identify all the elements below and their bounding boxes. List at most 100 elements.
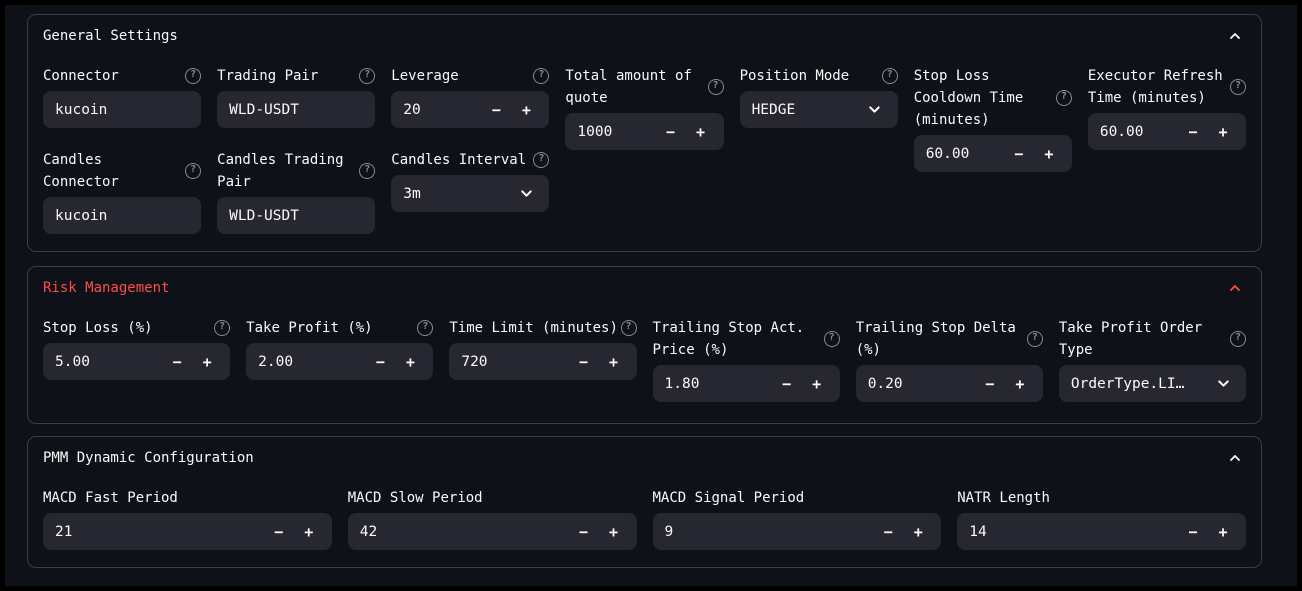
trading-pair-input[interactable]: WLD-USDT (217, 91, 375, 128)
stepper-increment-button[interactable]: + (599, 343, 629, 380)
executor-refresh-time-minutes-input[interactable]: 60.00−+ (1088, 113, 1246, 150)
help-icon[interactable]: ? (214, 320, 230, 336)
stepper-increment-button[interactable]: + (192, 343, 222, 380)
collapse-section-button[interactable] (1224, 447, 1246, 469)
field-label-row: Trading Pair? (217, 65, 375, 87)
field-candles-trading-pair: Candles Trading Pair?WLD-USDT (217, 149, 375, 234)
field-label: Take Profit Order Type (1059, 317, 1229, 361)
macd-slow-period-input[interactable]: 42−+ (348, 513, 637, 550)
help-icon[interactable]: ? (533, 68, 549, 84)
help-icon[interactable]: ? (533, 152, 549, 168)
help-icon[interactable]: ? (1027, 331, 1043, 347)
candles-trading-pair-input[interactable]: WLD-USDT (217, 197, 375, 234)
field-label: Candles Connector (43, 149, 184, 193)
field-value: 3m (403, 186, 511, 202)
stepper-decrement-button[interactable]: − (772, 365, 802, 402)
stepper-decrement-button[interactable]: − (569, 513, 599, 550)
stepper-decrement-button[interactable]: − (1004, 135, 1034, 172)
help-icon[interactable]: ? (621, 320, 637, 336)
collapse-section-button[interactable] (1224, 25, 1246, 47)
stop-loss-cooldown-time-minutes-input[interactable]: 60.00−+ (914, 135, 1072, 172)
position-mode-select[interactable]: HEDGE (740, 91, 898, 128)
natr-length-input[interactable]: 14−+ (957, 513, 1246, 550)
field-label-row: Trailing Stop Act. Price (%)? (653, 317, 840, 361)
candles-connector-input[interactable]: kucoin (43, 197, 201, 234)
stepper-decrement-button[interactable]: − (656, 113, 686, 150)
stepper-decrement-button[interactable]: − (264, 513, 294, 550)
help-icon[interactable]: ? (1230, 331, 1246, 347)
section-header: General Settings (43, 25, 1246, 47)
field-stop-loss-cooldown-time-minutes: Stop Loss Cooldown Time (minutes)?60.00−… (914, 65, 1072, 172)
field-value: kucoin (55, 208, 189, 224)
help-icon[interactable]: ? (185, 68, 201, 84)
fields-row: Stop Loss (%)?5.00−+Take Profit (%)?2.00… (43, 317, 1246, 402)
stepper-increment-button[interactable]: + (903, 513, 933, 550)
collapse-section-button[interactable] (1224, 277, 1246, 299)
section-risk-management: Risk ManagementStop Loss (%)?5.00−+Take … (27, 266, 1262, 424)
field-candles-connector: Candles Connector? kucoin (43, 149, 201, 234)
stepper-decrement-button[interactable]: − (975, 365, 1005, 402)
field-value: OrderType.LI… (1071, 376, 1208, 392)
field-column: Trailing Stop Delta (%)? 0.20−+ (856, 317, 1043, 402)
field-time-limit-minutes: Time Limit (minutes)? 720−+ (449, 317, 636, 380)
field-natr-length: NATR Length14−+ (957, 487, 1246, 550)
stepper-increment-button[interactable]: + (395, 343, 425, 380)
help-icon[interactable]: ? (359, 68, 375, 84)
stepper-decrement-button[interactable]: − (365, 343, 395, 380)
time-limit-minutes-input[interactable]: 720−+ (449, 343, 636, 380)
field-column: Take Profit (%)? 2.00−+ (246, 317, 433, 402)
field-value: 1.80 (665, 376, 772, 392)
field-trailing-stop-act-price: Trailing Stop Act. Price (%)? 1.80−+ (653, 317, 840, 402)
stepper-increment-button[interactable]: + (686, 113, 716, 150)
stepper-increment-button[interactable]: + (599, 513, 629, 550)
take-profit-input[interactable]: 2.00−+ (246, 343, 433, 380)
field-label: Trailing Stop Delta (%) (856, 317, 1026, 361)
field-label: Time Limit (minutes) (449, 317, 619, 339)
stepper-increment-button[interactable]: + (1034, 135, 1064, 172)
help-icon[interactable]: ? (359, 163, 375, 179)
stepper-decrement-button[interactable]: − (873, 513, 903, 550)
stepper-increment-button[interactable]: + (294, 513, 324, 550)
stepper-increment-button[interactable]: + (511, 91, 541, 128)
help-icon[interactable]: ? (417, 320, 433, 336)
help-icon[interactable]: ? (1230, 79, 1246, 95)
stepper-decrement-button[interactable]: − (569, 343, 599, 380)
stop-loss-input[interactable]: 5.00−+ (43, 343, 230, 380)
section-general-settings: General SettingsConnector?kucoinCandles … (27, 14, 1262, 252)
field-value: 60.00 (926, 146, 1004, 162)
field-column: Stop Loss (%)?5.00−+ (43, 317, 230, 402)
chevron-down-icon[interactable] (511, 175, 541, 212)
chevron-down-icon[interactable] (1208, 365, 1238, 402)
stepper-decrement-button[interactable]: − (162, 343, 192, 380)
field-value: 2.00 (258, 354, 365, 370)
candles-interval-select[interactable]: 3m (391, 175, 549, 212)
trailing-stop-act-price-input[interactable]: 1.80−+ (653, 365, 840, 402)
macd-signal-period-input[interactable]: 9−+ (653, 513, 942, 550)
field-label-row: Time Limit (minutes)? (449, 317, 636, 339)
fields-row: Connector?kucoinCandles Connector?kucoin… (43, 65, 1246, 234)
field-macd-signal-period: MACD Signal Period9−+ (653, 487, 942, 550)
trailing-stop-delta-input[interactable]: 0.20−+ (856, 365, 1043, 402)
section-title: Risk Management (43, 277, 169, 299)
stepper-increment-button[interactable]: + (1208, 513, 1238, 550)
chevron-down-icon[interactable] (860, 91, 890, 128)
field-label: Trailing Stop Act. Price (%) (653, 317, 823, 361)
take-profit-order-type-select[interactable]: OrderType.LI… (1059, 365, 1246, 402)
macd-fast-period-input[interactable]: 21−+ (43, 513, 332, 550)
field-label-row: Take Profit (%)? (246, 317, 433, 339)
help-icon[interactable]: ? (882, 68, 898, 84)
total-amount-of-quote-input[interactable]: 1000−+ (565, 113, 723, 150)
stepper-increment-button[interactable]: + (1208, 113, 1238, 150)
help-icon[interactable]: ? (708, 79, 724, 95)
stepper-increment-button[interactable]: + (802, 365, 832, 402)
stepper-decrement-button[interactable]: − (1178, 513, 1208, 550)
help-icon[interactable]: ? (1056, 90, 1072, 106)
stepper-decrement-button[interactable]: − (481, 91, 511, 128)
leverage-input[interactable]: 20−+ (391, 91, 549, 128)
connector-input[interactable]: kucoin (43, 91, 201, 128)
stepper-decrement-button[interactable]: − (1178, 113, 1208, 150)
help-icon[interactable]: ? (824, 331, 840, 347)
help-icon[interactable]: ? (185, 163, 201, 179)
stepper-increment-button[interactable]: + (1005, 365, 1035, 402)
section-header: Risk Management (43, 277, 1246, 299)
